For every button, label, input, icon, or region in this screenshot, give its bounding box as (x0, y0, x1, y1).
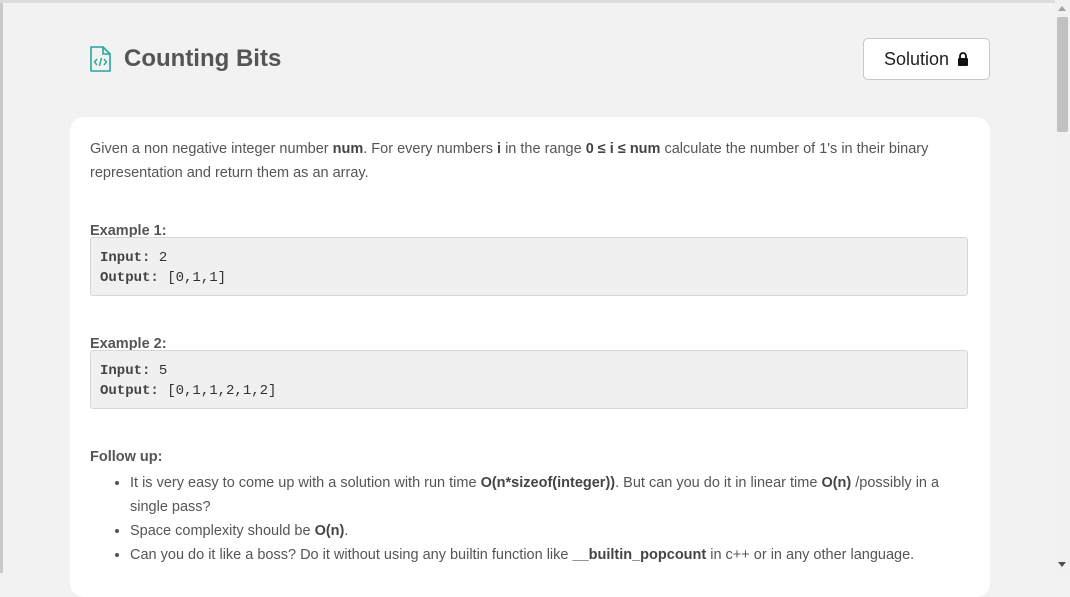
example-1-code: Input: 2 Output: [0,1,1] (90, 237, 968, 296)
follow-up-label: Follow up: (90, 449, 163, 465)
scroll-up-arrow-icon[interactable] (1058, 6, 1066, 11)
list-item: Space complexity should be O(n). (130, 519, 970, 543)
top-edge (0, 0, 1055, 3)
code-file-icon (90, 46, 111, 72)
problem-content: Given a non negative integer number num.… (90, 137, 970, 563)
list-item: It is very easy to come up with a soluti… (130, 471, 970, 519)
follow-up-list: It is very easy to come up with a soluti… (90, 471, 970, 567)
page-title: Counting Bits (124, 45, 282, 72)
problem-card: Given a non negative integer number num.… (70, 117, 990, 597)
problem-header: Counting Bits Solution (88, 38, 990, 82)
scroll-thumb[interactable] (1057, 17, 1068, 132)
solution-button-label: Solution (883, 48, 950, 69)
list-item: Can you do it like a boss? Do it without… (130, 543, 970, 567)
scroll-down-arrow-icon[interactable] (1058, 562, 1066, 567)
solution-button[interactable]: Solution (863, 38, 990, 80)
example-2-code: Input: 5 Output: [0,1,1,2,1,2] (90, 350, 968, 409)
vertical-scrollbar[interactable] (1055, 0, 1070, 573)
window-edge (0, 0, 3, 573)
lock-icon (958, 52, 969, 66)
problem-description: Given a non negative integer number num.… (90, 141, 929, 181)
